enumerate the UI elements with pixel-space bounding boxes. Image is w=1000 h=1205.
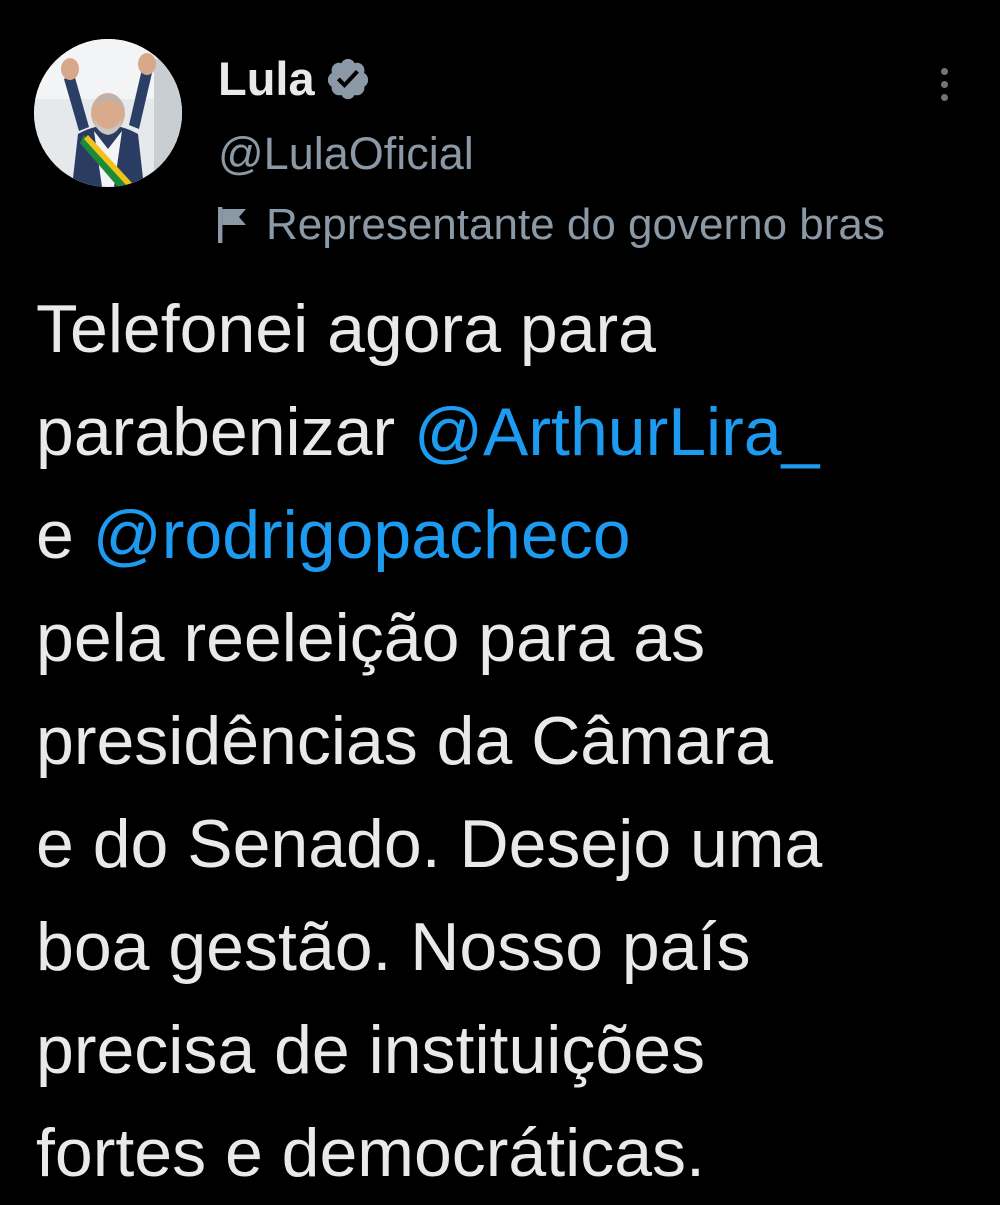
tweet-line: Telefonei agora para: [36, 291, 657, 367]
tweet-line: e @rodrigopacheco: [36, 484, 976, 587]
more-vertical-icon-dot: [940, 80, 948, 88]
flag-icon: [216, 205, 250, 245]
tweet-line-text: parabenizar: [36, 394, 415, 470]
tweet-line: presidências da Câmara: [36, 703, 774, 779]
account-label[interactable]: Representante do governo bras: [216, 196, 1000, 254]
tweet-line: boa gestão. Nosso país: [36, 909, 751, 985]
more-vertical-icon-dot: [940, 93, 948, 101]
tweet-line: fortes e democráticas.: [36, 1115, 705, 1191]
mention-arthurlira-link[interactable]: @ArthurLira_: [414, 394, 819, 470]
author-name-row[interactable]: Lula: [218, 50, 371, 108]
tweet-line: precisa de instituições: [36, 1012, 706, 1088]
tweet-card: Lula @LulaOficial Representante do gover…: [0, 0, 1000, 1205]
more-options-button[interactable]: [920, 58, 968, 110]
mention-rodrigopacheco-link[interactable]: @rodrigopacheco: [93, 497, 631, 573]
tweet-line: parabenizar @ArthurLira_: [36, 381, 976, 484]
verified-badge-icon: [325, 56, 371, 102]
account-label-text: Representante do governo bras: [266, 200, 885, 249]
tweet-line: pela reeleição para as: [36, 600, 706, 676]
avatar[interactable]: [34, 39, 182, 187]
more-vertical-icon: [940, 67, 948, 75]
tweet-line: e do Senado. Desejo uma: [36, 806, 823, 882]
author-display-name[interactable]: Lula: [218, 50, 315, 108]
tweet-line-text: e: [36, 497, 93, 573]
avatar-image: [34, 39, 182, 187]
author-handle[interactable]: @LulaOficial: [218, 126, 474, 182]
tweet-text: Telefonei agora para parabenizar @Arthur…: [36, 278, 976, 1205]
